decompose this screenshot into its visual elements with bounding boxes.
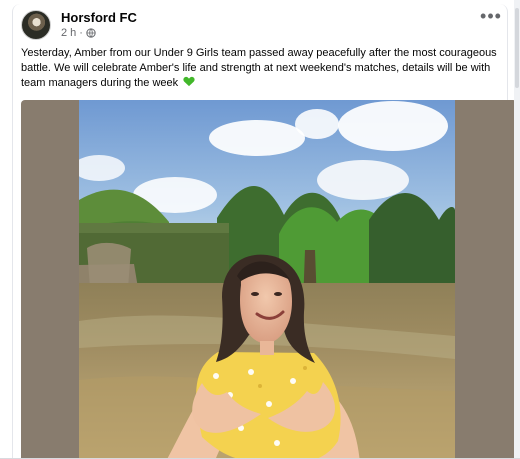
globe-icon[interactable] — [86, 28, 96, 38]
post-header: Horsford FC 2 h · — [21, 10, 499, 40]
post-meta: Horsford FC 2 h · — [61, 10, 137, 39]
post-more-options-button[interactable]: ••• — [479, 7, 503, 28]
post-subline: 2 h · — [61, 27, 137, 39]
post-message-text: Yesterday, Amber from our Under 9 Girls … — [21, 47, 497, 89]
timestamp-separator: · — [79, 27, 83, 40]
page-avatar[interactable] — [21, 10, 51, 40]
post-photo-container[interactable] — [21, 100, 517, 459]
post-card: Horsford FC 2 h · ••• Yesterday, Amber f… — [12, 4, 517, 459]
page-scrollbar[interactable] — [514, 0, 520, 459]
post-photo[interactable] — [79, 100, 455, 459]
facebook-post-view: Horsford FC 2 h · ••• Yesterday, Amber f… — [0, 0, 520, 459]
post-message: Yesterday, Amber from our Under 9 Girls … — [21, 46, 499, 91]
green-heart-icon — [183, 76, 195, 87]
post-timestamp[interactable]: 2 h — [61, 27, 76, 39]
page-name-link[interactable]: Horsford FC — [61, 10, 137, 25]
scrollbar-thumb[interactable] — [515, 8, 519, 88]
